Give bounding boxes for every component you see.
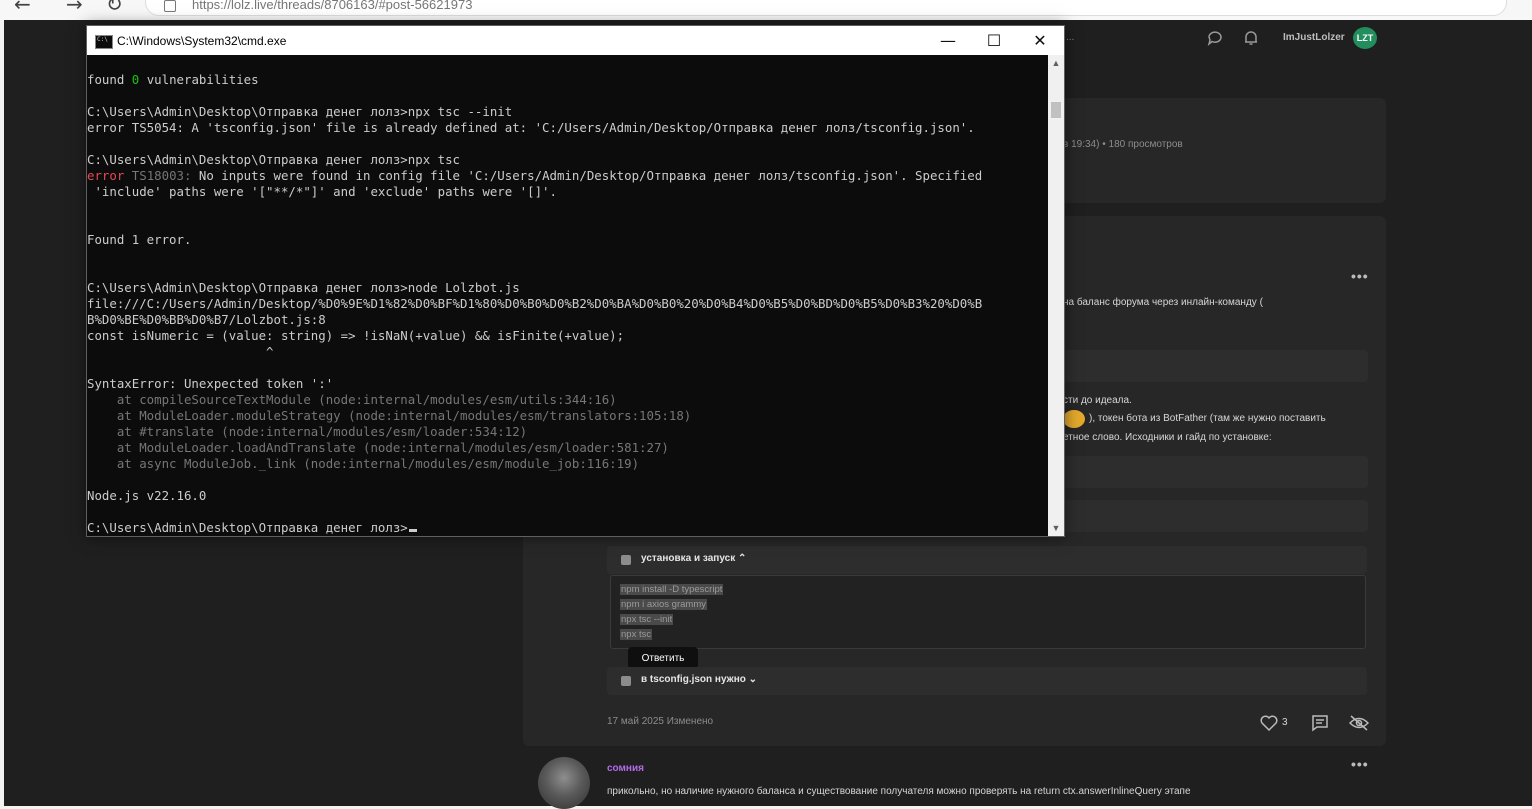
console-line: SyntaxError: Unexpected token ':' <box>87 376 334 391</box>
post-date: 17 май 2025 Изменено <box>607 716 714 727</box>
scroll-thumb[interactable] <box>1051 102 1061 118</box>
cmd-app-icon <box>95 35 113 49</box>
hide-eye-icon[interactable] <box>1349 714 1369 732</box>
scroll-down-icon[interactable]: ▼ <box>1048 520 1064 536</box>
console-line: error TS5054: A 'tsconfig.json' file is … <box>87 120 975 135</box>
spoiler-header[interactable]: в tsconfig.json нужно ⌄ <box>607 667 1367 695</box>
post-embed-block <box>1063 456 1368 488</box>
console-line: Found 1 error. <box>87 232 192 247</box>
post-embed-block <box>1063 500 1368 532</box>
console-line: at ModuleLoader.moduleStrategy (node:int… <box>87 408 692 423</box>
post-text-line: ), токен бота из BotFather (там же нужно… <box>1089 413 1326 424</box>
reply-tooltip[interactable]: Ответить <box>628 647 698 669</box>
code-block: npm install -D typescript npm i axios gr… <box>610 575 1366 649</box>
code-line: npm i axios grammy <box>620 599 707 610</box>
console-line: Node.js v22.16.0 <box>87 488 207 503</box>
cmd-titlebar[interactable]: C:\Windows\System32\cmd.exe — ☐ ✕ <box>87 26 1064 55</box>
address-bar[interactable]: https://lolz.live/threads/8706163/#post-… <box>145 0 1507 16</box>
back-icon[interactable]: ← <box>14 0 31 16</box>
chat-icon[interactable] <box>1206 29 1224 47</box>
console-line: error TS18003: No inputs were found in c… <box>87 168 983 183</box>
console-line: at compileSourceTextModule (node:interna… <box>87 392 617 407</box>
bell-icon[interactable] <box>1242 29 1260 47</box>
reply-icon[interactable] <box>1311 714 1329 732</box>
console-line: at async ModuleJob._link (node:internal/… <box>87 456 640 471</box>
user-avatar-badge[interactable]: LZT <box>1353 27 1377 49</box>
lock-icon <box>164 0 176 12</box>
text-cursor <box>408 529 417 532</box>
console-line: ^ <box>87 344 274 359</box>
post-text-line: на баланс форума через инлайн-команду ( <box>1063 297 1263 308</box>
username[interactable]: ImJustLolzer <box>1283 32 1345 43</box>
reply-text: прикольно, но наличие нужного баланса и … <box>607 786 1191 797</box>
header-search-partial[interactable]: ... <box>1066 32 1074 43</box>
console-line: at ModuleLoader.loadAndTranslate (node:i… <box>87 440 669 455</box>
like-count: 3 <box>1282 717 1288 728</box>
info-icon <box>621 555 631 565</box>
console-prompt-line[interactable]: C:\Users\Admin\Desktop\Отправка денег ло… <box>87 520 417 536</box>
code-line: npx tsc --init <box>620 614 674 625</box>
refresh-icon[interactable]: ↻ <box>106 0 123 16</box>
emoji-icon <box>1063 410 1085 428</box>
console-line: at #translate (node:internal/modules/esm… <box>87 424 528 439</box>
close-button[interactable]: ✕ <box>1017 26 1063 55</box>
info-icon <box>621 676 631 686</box>
post-text-line: сти до идеала. <box>1063 395 1132 406</box>
cmd-window[interactable]: C:\Windows\System32\cmd.exe — ☐ ✕ found … <box>86 25 1065 537</box>
code-line: npx tsc <box>620 629 653 640</box>
console-line: file:///C:/Users/Admin/Desktop/%D0%9E%D1… <box>87 296 983 311</box>
code-line: npm install -D typescript <box>620 584 724 595</box>
forward-icon[interactable]: → <box>66 0 83 16</box>
maximize-button[interactable]: ☐ <box>971 26 1017 55</box>
reply-author[interactable]: сомния <box>607 763 644 774</box>
thread-meta: в 19:34) • 180 просмотров <box>1063 139 1183 150</box>
console-line: C:\Users\Admin\Desktop\Отправка денег ло… <box>87 152 460 167</box>
browser-toolbar: ← → ↻ https://lolz.live/threads/8706163/… <box>0 0 1532 20</box>
spoiler-title[interactable]: установка и запуск ⌃ <box>641 553 746 564</box>
post-options-icon[interactable]: ••• <box>1351 268 1369 284</box>
scroll-up-icon[interactable]: ▲ <box>1048 55 1064 71</box>
spoiler-title[interactable]: в tsconfig.json нужно ⌄ <box>641 674 757 685</box>
post-text-line: етное слово. Исходники и гайд по установ… <box>1063 432 1272 443</box>
console-line: const isNumeric = (value: string) => !is… <box>87 328 625 343</box>
post-embed-block <box>1063 350 1368 382</box>
vertical-scrollbar[interactable]: ▲ ▼ <box>1048 55 1064 536</box>
console-line: 'include' paths were '["**/*"]' and 'exc… <box>87 184 557 199</box>
console-line: B%D0%BE%D0%BB%D0%B7/Lolzbot.js:8 <box>87 312 326 327</box>
like-icon[interactable] <box>1260 715 1278 731</box>
avatar[interactable] <box>538 757 590 809</box>
console-line: C:\Users\Admin\Desktop\Отправка денег ло… <box>87 280 520 295</box>
console-line: found 0 vulnerabilities <box>87 72 259 87</box>
url-text[interactable]: https://lolz.live/threads/8706163/#post-… <box>192 0 472 12</box>
console-line: C:\Users\Admin\Desktop\Отправка денег ло… <box>87 104 513 119</box>
reply-options-icon[interactable]: ••• <box>1351 756 1369 772</box>
cmd-title: C:\Windows\System32\cmd.exe <box>117 34 287 48</box>
console-output[interactable]: found 0 vulnerabilities C:\Users\Admin\D… <box>87 55 1048 536</box>
minimize-button[interactable]: — <box>925 26 971 55</box>
spoiler-header[interactable]: установка и запуск ⌃ <box>607 546 1367 574</box>
